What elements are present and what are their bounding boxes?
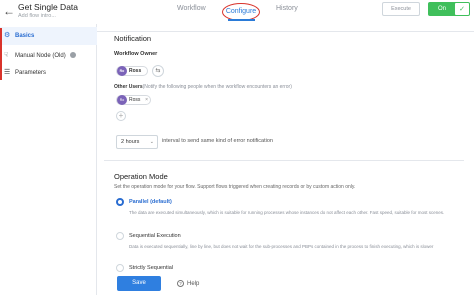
close-icon[interactable]: × bbox=[145, 96, 148, 104]
info-dot-icon bbox=[69, 52, 76, 59]
execute-button[interactable]: Execute bbox=[382, 2, 420, 16]
hand-icon: ☟ bbox=[4, 52, 9, 59]
notification-heading: Notification bbox=[114, 34, 152, 43]
save-button[interactable]: Save bbox=[117, 276, 161, 291]
interval-select[interactable]: 2 hours ⌄ bbox=[116, 135, 158, 149]
option-sequential-desc: Data is executed sequentially, line by l… bbox=[129, 244, 434, 249]
workflow-title[interactable]: Get Single Data bbox=[18, 2, 78, 12]
operation-mode-heading: Operation Mode bbox=[114, 172, 168, 181]
option-sequential-title[interactable]: Sequential Execution bbox=[129, 233, 181, 239]
other-user-chip[interactable]: Ro Ross × bbox=[116, 95, 151, 105]
help-link[interactable]: ? Help bbox=[177, 278, 199, 290]
owner-chip[interactable]: Ro Ross bbox=[116, 66, 148, 76]
toggle-knob: ✓ bbox=[455, 3, 469, 15]
help-icon: ? bbox=[177, 279, 184, 287]
check-icon: ✓ bbox=[459, 6, 465, 13]
other-users-label: Other Users(Notify the following people … bbox=[114, 84, 292, 90]
on-toggle[interactable]: On ✓ bbox=[428, 2, 470, 16]
operation-mode-description: Set the operation mode for your flow. Su… bbox=[114, 184, 356, 190]
tab-history[interactable]: History bbox=[276, 5, 298, 12]
radio-sequential[interactable] bbox=[116, 232, 124, 240]
gear-icon: ⚙ bbox=[4, 32, 11, 39]
sidebar-item-label: Parameters bbox=[15, 70, 47, 76]
sidebar: ⚙ Basics ☟ Manual Node (Old) ☰ Parameter… bbox=[0, 24, 97, 295]
other-user-name: Ross bbox=[129, 97, 141, 103]
sidebar-item-label: Manual Node (Old) bbox=[15, 53, 66, 59]
sidebar-item-label: Basics bbox=[15, 33, 35, 39]
other-users-hint: (Notify the following people when the wo… bbox=[142, 84, 292, 90]
avatar: Ro bbox=[117, 95, 127, 105]
workflow-subtitle[interactable]: Add flow intro... bbox=[18, 13, 56, 19]
sidebar-item-parameters[interactable]: ☰ Parameters bbox=[0, 64, 97, 82]
main-panel: Notification Workflow Owner Ro Ross ⇆ Ot… bbox=[104, 24, 464, 295]
radio-strict[interactable] bbox=[116, 264, 124, 272]
toggle-label: On bbox=[438, 6, 447, 12]
option-parallel-title[interactable]: Parallel (default) bbox=[129, 199, 172, 205]
divider bbox=[104, 160, 464, 161]
radio-parallel[interactable] bbox=[116, 198, 124, 206]
arrow-left-icon[interactable]: ← bbox=[3, 4, 17, 18]
avatar: Ro bbox=[117, 66, 127, 76]
active-tab-underline bbox=[228, 19, 255, 21]
option-strict-title[interactable]: Strictly Sequential bbox=[129, 265, 173, 271]
interval-value: 2 hours bbox=[121, 139, 140, 145]
add-user-button[interactable]: + bbox=[116, 111, 126, 121]
save-bar: Save ? Help bbox=[97, 273, 474, 295]
owner-name: Ross bbox=[129, 68, 142, 74]
sidebar-item-manual-node[interactable]: ☟ Manual Node (Old) bbox=[0, 47, 97, 65]
owner-label: Workflow Owner bbox=[114, 51, 158, 57]
annotation-marker bbox=[0, 28, 2, 80]
option-parallel-desc: The data are executed simultaneously, wh… bbox=[129, 210, 445, 215]
other-users-title: Other Users bbox=[114, 84, 143, 90]
chevron-down-icon: ⌄ bbox=[149, 139, 154, 145]
interval-text: interval to send same kind of error noti… bbox=[162, 138, 273, 144]
list-icon: ☰ bbox=[4, 69, 11, 76]
tab-workflow[interactable]: Workflow bbox=[177, 5, 206, 12]
help-label: Help bbox=[187, 281, 200, 287]
swap-icon[interactable]: ⇆ bbox=[152, 65, 164, 77]
sidebar-item-basics[interactable]: ⚙ Basics bbox=[0, 27, 97, 45]
